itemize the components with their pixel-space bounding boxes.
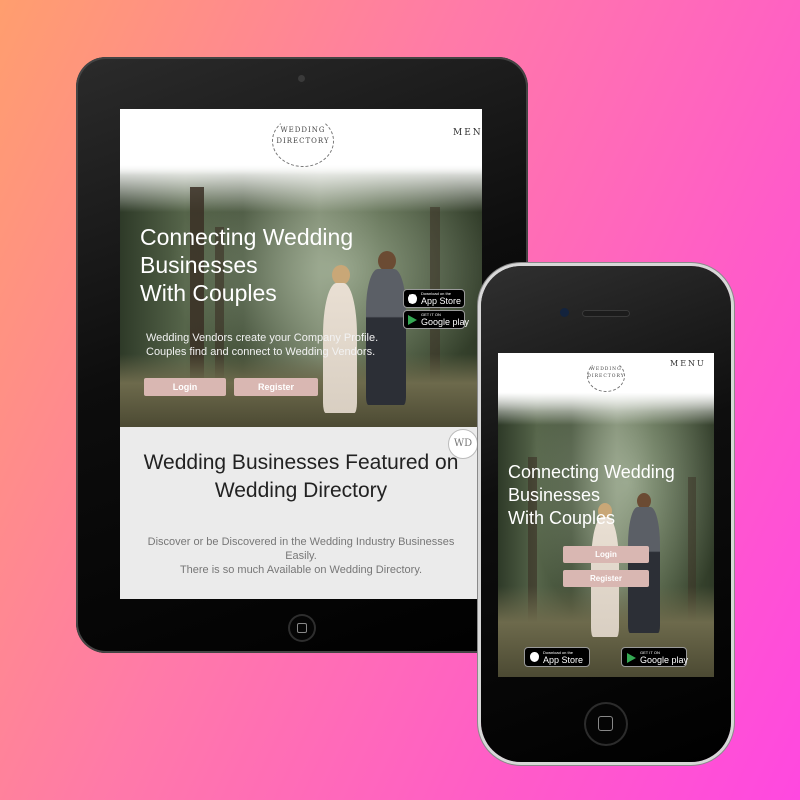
phone-front-camera	[560, 308, 569, 317]
home-square-icon	[297, 623, 307, 633]
logo-text-line1: WEDDING	[590, 367, 622, 372]
register-button[interactable]: Register	[234, 378, 318, 396]
featured-title-line2: Wedding Directory	[214, 479, 388, 502]
hero-subtitle-line1: Wedding Vendors create your Company Prof…	[146, 332, 379, 344]
phone-device: WEDDING DIRECTORY MENU Connecting Weddin…	[481, 266, 731, 762]
phone-header: WEDDING DIRECTORY MENU	[498, 353, 714, 425]
hero-headline-line3: With Couples	[508, 508, 616, 528]
featured-title-line1: Wedding Businesses Featured on	[143, 451, 459, 474]
hero-section: Connecting Wedding Businesses With Coupl…	[120, 165, 482, 427]
phone-site-logo[interactable]: WEDDING DIRECTORY	[586, 359, 626, 393]
featured-title: Wedding Businesses Featured on Wedding D…	[120, 449, 482, 505]
hero-headline-line3: With Couples	[140, 280, 277, 307]
phone-register-button[interactable]: Register	[563, 570, 649, 587]
google-play-icon	[627, 653, 636, 663]
hero-headline-line1: Connecting Wedding	[140, 224, 354, 250]
hero-subtitle: Wedding Vendors create your Company Prof…	[146, 331, 378, 359]
apple-logo-shape	[408, 294, 417, 304]
phone-google-play-badge[interactable]: GET IT ON Google play	[621, 647, 689, 667]
featured-desc-line1: Discover or be Discovered in the Wedding…	[147, 536, 455, 548]
featured-desc-line3: There is so much Available on Wedding Di…	[179, 564, 423, 576]
hero-headline-line2: Businesses	[508, 485, 601, 505]
phone-home-button[interactable]	[584, 702, 628, 746]
app-store-big-text: App Store	[543, 655, 584, 665]
featured-description: Discover or be Discovered in the Wedding…	[120, 535, 482, 577]
site-logo[interactable]: WEDDING DIRECTORY	[270, 113, 336, 169]
google-play-big-text: Google play	[421, 317, 470, 327]
tablet-header: WEDDING DIRECTORY MENU	[120, 109, 482, 175]
hero-headline-line1: Connecting Wedding	[508, 462, 675, 482]
tablet-home-button[interactable]	[288, 614, 316, 642]
app-store-big-text: App Store	[421, 296, 462, 306]
man-head	[378, 251, 396, 271]
phone-app-store-badge[interactable]: Download on the App Store	[524, 647, 590, 667]
login-button[interactable]: Login	[144, 378, 226, 396]
phone-hero-headline: Connecting Wedding Businesses With Coupl…	[508, 461, 675, 530]
menu-button[interactable]: MENU	[453, 128, 482, 138]
tablet-camera	[298, 75, 305, 82]
phone-menu-button[interactable]: MENU	[670, 359, 706, 368]
tablet-screen: Connecting Wedding Businesses With Coupl…	[120, 109, 482, 599]
tablet-device: Connecting Wedding Businesses With Coupl…	[76, 57, 528, 653]
google-play-badge[interactable]: GET IT ON Google play	[403, 310, 469, 329]
google-play-big-text: Google play	[640, 655, 689, 665]
hero-headline: Connecting Wedding Businesses With Coupl…	[140, 223, 353, 307]
logo-text-line2: DIRECTORY	[587, 374, 625, 379]
hero-headline-line2: Businesses	[140, 252, 258, 279]
phone-screen: WEDDING DIRECTORY MENU Connecting Weddin…	[498, 353, 714, 677]
logo-text-line1: WEDDING	[280, 126, 326, 134]
google-play-icon	[408, 315, 417, 325]
hero-subtitle-line2: Couples find and connect to Wedding Vend…	[146, 346, 376, 358]
home-square-icon	[598, 716, 613, 731]
phone-login-button[interactable]: Login	[563, 546, 649, 563]
featured-section: WD Wedding Businesses Featured on Weddin…	[120, 427, 482, 599]
phone-speaker	[582, 310, 630, 317]
featured-desc-line2: Easily.	[285, 550, 317, 562]
apple-icon	[530, 652, 539, 662]
logo-text-line2: DIRECTORY	[276, 137, 330, 145]
app-store-badge[interactable]:  Download on the App Store	[403, 289, 465, 308]
